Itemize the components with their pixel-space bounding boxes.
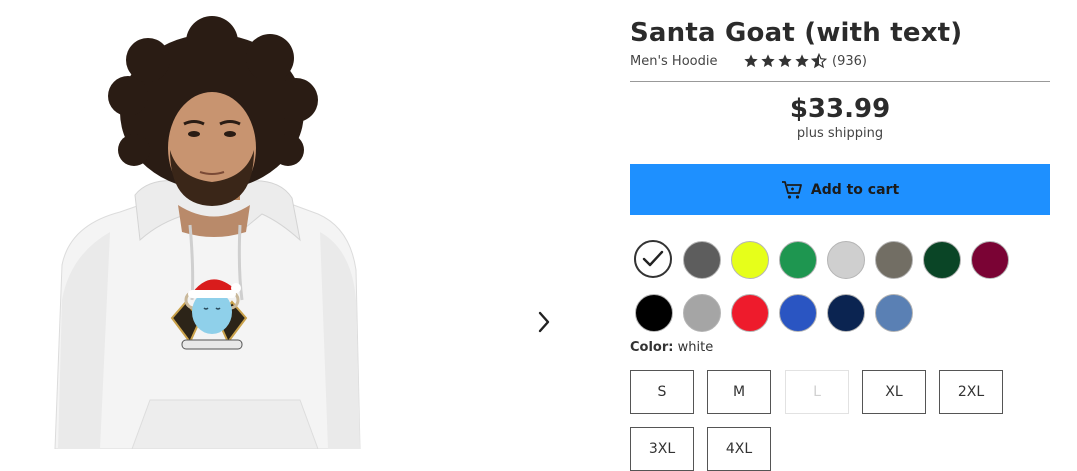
color-swatch-light-gray[interactable] [827,241,865,279]
product-image[interactable] [0,0,600,450]
color-swatch-forest-green[interactable] [923,241,961,279]
color-swatch-neon-yellow[interactable] [731,241,769,279]
size-option-s[interactable]: S [630,370,694,414]
next-image-button[interactable] [530,306,558,338]
star-icon [744,54,758,67]
color-swatch-kelly-green[interactable] [779,241,817,279]
color-swatch-black[interactable] [635,294,673,332]
color-swatch-royal-blue[interactable] [779,294,817,332]
product-price: $33.99 [789,94,891,124]
size-label: 4XL [725,441,753,457]
chevron-right-icon [538,311,550,333]
color-value: white [677,340,714,355]
star-rating [743,53,828,69]
size-label: 2XL [957,384,985,400]
product-details-panel: Santa Goat (with text) Men's Hoodie (936… [630,0,1050,471]
add-to-cart-button[interactable]: Add to cart [630,164,1050,215]
hoodie-model-photo [54,16,361,450]
add-to-cart-label: Add to cart [810,181,900,198]
selected-color: Color: white [630,340,713,355]
size-option-3xl[interactable]: 3XL [630,427,694,471]
color-label: Color: [630,340,674,355]
color-swatch-charcoal[interactable] [683,241,721,279]
size-option-l[interactable]: L [785,370,849,414]
review-count[interactable]: (936) [832,54,867,69]
color-swatch-navy[interactable] [827,294,865,332]
product-title: Santa Goat (with text) [630,18,963,48]
size-option-2xl[interactable]: 2XL [939,370,1003,414]
divider [630,81,1050,82]
color-swatch-denim-blue[interactable] [875,294,913,332]
color-swatch-heather-gray[interactable] [683,294,721,332]
half-star-icon [811,53,827,69]
size-option-4xl[interactable]: 4XL [707,427,771,471]
size-label: XL [885,384,903,400]
color-swatch-white[interactable] [634,240,672,278]
cart-icon [781,180,803,200]
product-type[interactable]: Men's Hoodie [630,54,717,69]
size-label: S [657,384,667,400]
shipping-note: plus shipping [796,126,884,141]
color-swatch-red[interactable] [731,294,769,332]
size-option-xl[interactable]: XL [862,370,926,414]
star-icon [761,54,775,67]
size-label: M [732,384,746,400]
color-swatch-taupe[interactable] [875,241,913,279]
star-icon [778,54,792,67]
star-icon [795,54,809,67]
size-label: 3XL [648,441,676,457]
checkmark-icon [642,250,664,267]
size-option-m[interactable]: M [707,370,771,414]
size-label: L [813,384,821,400]
rating[interactable]: (936) [743,52,867,70]
color-swatch-burgundy[interactable] [971,241,1009,279]
